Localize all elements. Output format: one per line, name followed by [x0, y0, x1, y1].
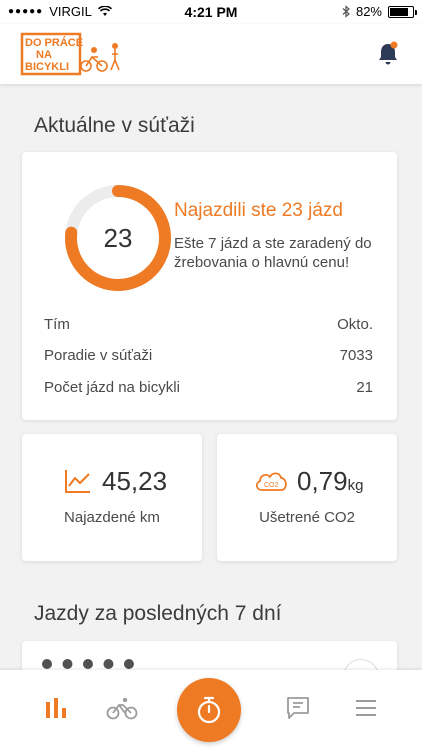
cloud-co2-text: CO2 — [264, 482, 279, 489]
stat-label: Poradie v súťaži — [44, 347, 153, 364]
stat-row-team: Tím Okto. — [44, 316, 373, 333]
cyclist-figure-icon — [80, 47, 108, 72]
rides-count: 23 — [103, 222, 133, 253]
co2-unit: kg — [347, 477, 364, 494]
bluetooth-icon — [342, 5, 350, 18]
stat-row-rank: Poradie v súťaži 7033 — [44, 347, 373, 364]
nav-stats[interactable] — [40, 692, 72, 724]
stat-value: 21 — [356, 379, 373, 396]
rides-headline: Najazdili ste 23 jázd — [174, 200, 343, 221]
battery-percent: 82% — [355, 4, 382, 19]
stat-row-rides: Počet jázd na bicykli 21 — [44, 379, 373, 396]
start-ride-button[interactable] — [177, 678, 241, 742]
logo-line-1: DO PRÁCE — [25, 36, 83, 49]
stopwatch-icon — [197, 696, 221, 724]
line-chart-icon — [65, 470, 90, 493]
status-bar: ●●●●● VIRGIL 4:21 PM 82% — [0, 0, 422, 24]
battery-icon — [388, 5, 417, 18]
notification-dot — [390, 41, 398, 49]
menu-icon — [356, 700, 376, 716]
nav-messages[interactable] — [282, 692, 314, 724]
logo-line-2: NA — [36, 49, 52, 61]
stat-label: Tím — [44, 316, 70, 333]
nav-menu[interactable] — [350, 692, 382, 724]
bicycle-icon — [106, 697, 138, 720]
co2-number: 0,79 — [297, 466, 348, 496]
rides-subline: Ešte 7 jázd a ste zaradený do žrebovania… — [174, 235, 372, 271]
stats-icon — [46, 698, 66, 718]
section-title-rides: Jazdy za posledných 7 dní — [34, 602, 282, 625]
battery-level — [390, 7, 409, 16]
nav-bicycle[interactable] — [106, 692, 138, 724]
co2-value: 0,79kg — [297, 466, 363, 497]
app-logo[interactable]: DO PRÁCE NA BICYKLI — [20, 32, 124, 76]
competition-card[interactable]: 23 Najazdili ste 23 jázd Ešte 7 jázd a s… — [22, 152, 397, 420]
stat-value: Okto. — [337, 316, 373, 333]
logo-line-3: BICYKLI — [25, 61, 69, 73]
stat-label: Počet jázd na bicykli — [44, 379, 180, 396]
section-title-competition: Aktuálne v súťaži — [34, 114, 195, 137]
co2-label: Ušetrené CO2 — [259, 509, 355, 526]
co2-card[interactable]: CO2 0,79kg Ušetrené CO2 — [217, 434, 397, 561]
status-right: 82% — [342, 4, 417, 19]
app-header: DO PRÁCE NA BICYKLI — [0, 24, 422, 84]
chat-icon — [287, 697, 309, 719]
bottom-navigation — [0, 670, 422, 750]
distance-value: 45,23 — [102, 466, 168, 496]
distance-card[interactable]: 45,23 Najazdené km — [22, 434, 202, 561]
distance-label: Najazdené km — [64, 509, 160, 526]
cloud-co2-icon: CO2 — [255, 472, 287, 491]
walker-figure-icon — [110, 43, 120, 71]
stat-value: 7033 — [339, 347, 373, 364]
notification-bell-icon[interactable] — [376, 40, 400, 66]
